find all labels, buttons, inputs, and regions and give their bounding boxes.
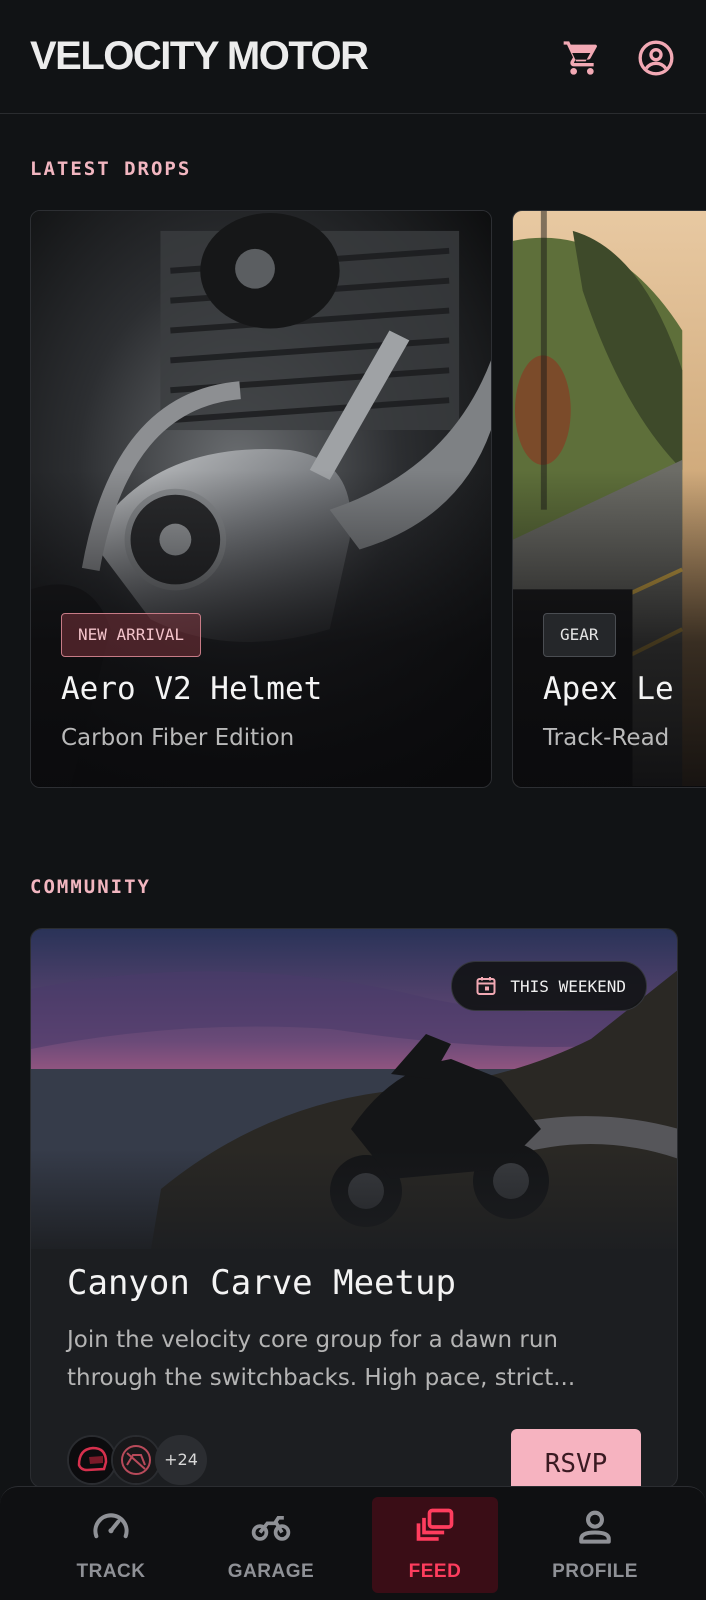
drop-subtitle: Carbon Fiber Edition xyxy=(61,725,295,751)
bottom-navigation: TRACK GARAGE FEED PROFILE xyxy=(0,1486,706,1600)
nav-label: TRACK xyxy=(76,1561,146,1582)
new-arrival-badge: NEW ARRIVAL xyxy=(61,613,201,657)
community-label: COMMUNITY xyxy=(30,876,151,898)
event-date-badge: THIS WEEKEND xyxy=(451,961,647,1011)
helmet-icon xyxy=(69,1437,115,1483)
speedometer-icon xyxy=(93,1513,129,1539)
event-description: Join the velocity core group for a dawn … xyxy=(67,1327,576,1391)
brand-title: VELOCITY MOTOR xyxy=(30,34,369,78)
rsvp-button[interactable]: RSVP xyxy=(511,1429,641,1487)
avatar xyxy=(111,1435,161,1485)
drop-title: Aero V2 Helmet xyxy=(61,671,323,707)
nav-label: FEED xyxy=(408,1561,462,1582)
stacked-cards-icon xyxy=(416,1508,454,1541)
shopping-cart-icon[interactable] xyxy=(562,38,602,78)
event-title: Canyon Carve Meetup xyxy=(67,1263,456,1303)
calendar-icon xyxy=(476,977,496,995)
gear-badge: GEAR xyxy=(543,613,616,657)
account-circle-icon[interactable] xyxy=(636,38,676,78)
nav-label: PROFILE xyxy=(552,1561,638,1582)
nav-item-profile[interactable]: PROFILE xyxy=(530,1487,660,1600)
drop-subtitle: Track-Read xyxy=(543,725,670,751)
app-header: VELOCITY MOTOR xyxy=(0,0,706,114)
community-event-card[interactable]: THIS WEEKEND Canyon Carve Meetup Join th… xyxy=(30,928,678,1488)
event-date-text: THIS WEEKEND xyxy=(510,976,626,996)
person-icon xyxy=(579,1510,611,1544)
latest-drops-label: LATEST DROPS xyxy=(30,158,192,180)
nav-item-garage[interactable]: GARAGE xyxy=(206,1487,336,1600)
avatar xyxy=(67,1435,117,1485)
drop-card-gear[interactable]: GEAR Apex Le Track-Read xyxy=(512,210,706,788)
drop-card-helmet[interactable]: NEW ARRIVAL Aero V2 Helmet Carbon Fiber … xyxy=(30,210,492,788)
latest-drops-carousel[interactable]: NEW ARRIVAL Aero V2 Helmet Carbon Fiber … xyxy=(30,210,706,790)
nav-item-feed[interactable]: FEED xyxy=(370,1487,500,1600)
nav-item-track[interactable]: TRACK xyxy=(46,1487,176,1600)
drop-title: Apex Le xyxy=(543,671,674,707)
motorcycle-icon xyxy=(251,1516,291,1541)
motorcycle-icon xyxy=(113,1437,159,1483)
attendee-count: +24 xyxy=(155,1435,207,1485)
nav-label: GARAGE xyxy=(227,1561,315,1582)
